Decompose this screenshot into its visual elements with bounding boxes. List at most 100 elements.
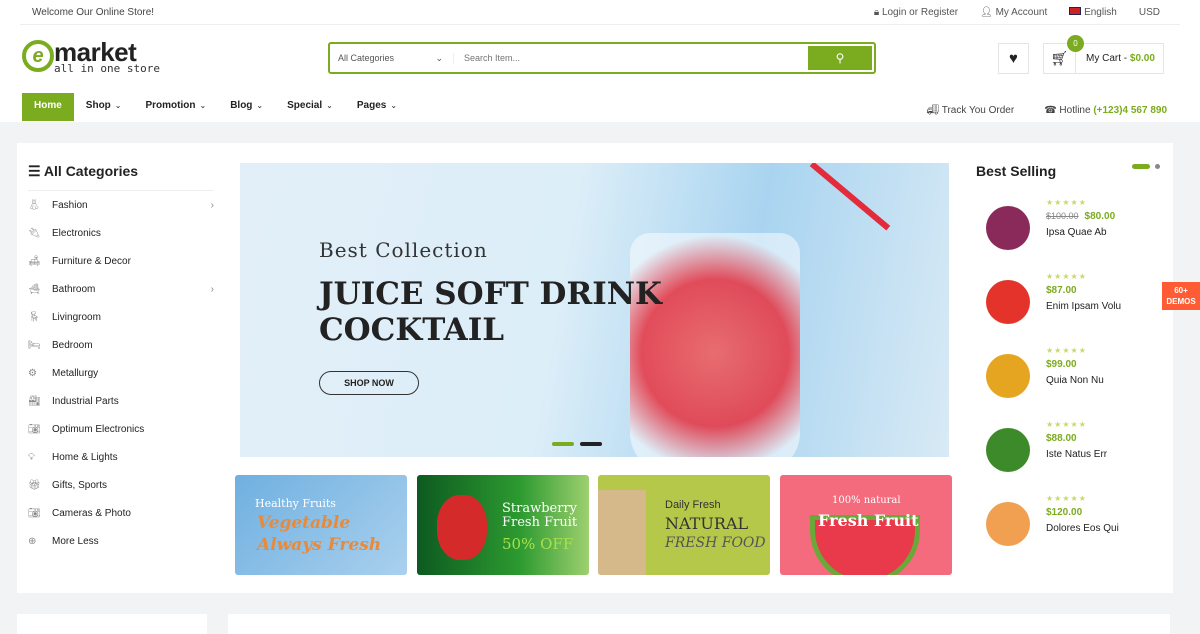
banner-fresh-fruit[interactable]: 100% natural Fresh Fruit [780, 475, 952, 575]
banner-strawberry[interactable]: Strawberry Fresh Fruit 50% OFF [417, 475, 589, 575]
cart-count-badge: 0 [1067, 35, 1084, 52]
chevron-right-icon: › [210, 283, 214, 295]
product-image[interactable] [986, 354, 1030, 398]
chevron-down-icon: ⌄ [114, 101, 122, 110]
old-price: $100.00 [1046, 211, 1079, 221]
category-icon: 📷︎ [28, 423, 41, 435]
product-image[interactable] [986, 502, 1030, 546]
bag-image [598, 490, 646, 575]
nav-pages[interactable]: Pages ⌄ [345, 93, 409, 121]
product-item[interactable]: ★★★★★ $87.00 Enim Ipsam Volu [980, 272, 1170, 342]
currency-select[interactable]: USD [1139, 7, 1160, 18]
categories-sidebar: ☰ All Categories 👗︎ Fashion › 🔌︎ Electronics… [28, 163, 214, 555]
product-name[interactable]: Ipsa Quae Ab [1046, 227, 1115, 238]
product-price: $87.00 [1046, 285, 1077, 296]
carousel-dot[interactable] [1155, 164, 1160, 169]
chevron-down-icon: ⌄ [435, 52, 443, 63]
phone-icon: ☎ [1044, 105, 1060, 116]
banner-natural[interactable]: Daily Fresh NATURAL FRESH FOOD [598, 475, 770, 575]
category-item[interactable]: 🎁︎ Gifts, Sports [28, 471, 214, 499]
search-icon: ⚲ [835, 51, 845, 65]
category-icon: 🎁︎ [28, 479, 41, 491]
carousel-dot[interactable] [1132, 164, 1150, 169]
category-icon: 💡︎ [28, 451, 35, 463]
slider-dot[interactable] [552, 442, 574, 446]
product-image[interactable] [986, 280, 1030, 324]
product-price: $120.00 [1046, 507, 1083, 518]
login-link[interactable]: 🔒︎ Login or Register [874, 7, 958, 18]
category-item[interactable]: 💡︎ Home & Lights [28, 443, 214, 471]
category-item[interactable]: 🔌︎ Electronics [28, 219, 214, 247]
product-name[interactable]: Enim Ipsam Volu [1046, 301, 1121, 312]
search-button[interactable]: ⚲ [808, 46, 872, 70]
category-icon: ⊕ [28, 535, 37, 547]
category-item[interactable]: ⚙︎ Metallurgy [28, 359, 214, 387]
uk-flag-icon [1069, 7, 1082, 15]
category-select[interactable]: All Categories ⌄ [330, 52, 454, 64]
category-icon: 🪑︎ [28, 311, 41, 323]
product-item[interactable]: ★★★★★ $99.00 Quia Non Nu [980, 346, 1170, 416]
truck-icon: 🚚︎ [926, 105, 942, 116]
product-price: $80.00 [1084, 211, 1116, 222]
best-selling-dots[interactable] [1132, 164, 1160, 169]
rating-stars: ★★★★★ [1046, 346, 1087, 355]
slider-dot[interactable] [580, 442, 602, 446]
product-price: $88.00 [1046, 433, 1077, 444]
nav-special[interactable]: Special ⌄ [275, 93, 345, 121]
wishlist-button[interactable]: ♥ [998, 43, 1029, 74]
product-image[interactable] [986, 428, 1030, 472]
product-item[interactable]: ★★★★★ $88.00 Iste Natus Err [980, 420, 1170, 490]
user-icon: 👤︎ [980, 7, 996, 18]
account-link[interactable]: 👤︎ My Account [980, 7, 1047, 18]
header: Welcome Our Online Store! 🔒︎ Login or Re… [0, 0, 1200, 122]
category-item[interactable]: 🪑︎ Livingroom [28, 303, 214, 331]
category-item[interactable]: 📷︎ Cameras & Photo [28, 499, 214, 527]
slider-dots[interactable] [552, 442, 602, 446]
nav-shop[interactable]: Shop ⌄ [74, 93, 134, 121]
category-icon: 🛋︎ [28, 255, 41, 267]
category-icon: 🛁︎ [28, 283, 41, 295]
category-item[interactable]: 📷︎ Optimum Electronics [28, 415, 214, 443]
rating-stars: ★★★★★ [1046, 272, 1087, 281]
product-item[interactable]: ★★★★★ $100.00 $80.00 Ipsa Quae Ab [980, 198, 1170, 268]
category-item[interactable]: 🛋︎ Furniture & Decor [28, 247, 214, 275]
product-price: $99.00 [1046, 359, 1077, 370]
demos-badge[interactable]: 60+ DEMOS [1162, 282, 1200, 310]
category-item[interactable]: ⊕ More Less [28, 527, 214, 555]
chevron-down-icon: ⌄ [256, 101, 264, 110]
category-icon: 🛏︎ [28, 339, 41, 351]
track-order-link[interactable]: 🚚︎ Track You Order [926, 105, 1014, 116]
hero-title: JUICE SOFT DRINK COCKTAIL [319, 276, 662, 348]
nav-home[interactable]: Home [22, 93, 74, 121]
product-name[interactable]: Dolores Eos Qui [1046, 523, 1119, 534]
banner-vegetable[interactable]: Healthy Fruits Vegetable Always Fresh [235, 475, 407, 575]
category-item[interactable]: 🏭︎ Industrial Parts [28, 387, 214, 415]
product-name[interactable]: Iste Natus Err [1046, 449, 1107, 460]
nav-blog[interactable]: Blog ⌄ [218, 93, 275, 121]
product-name[interactable]: Quia Non Nu [1046, 375, 1104, 386]
category-item[interactable]: 🛏︎ Bedroom [28, 331, 214, 359]
category-item[interactable]: 🛁︎ Bathroom › [28, 275, 214, 303]
lock-icon: 🔒︎ [873, 7, 882, 18]
rating-stars: ★★★★★ [1046, 494, 1087, 503]
strawberry-image [437, 495, 487, 560]
rating-stars: ★★★★★ [1046, 420, 1087, 429]
category-icon: 🏭︎ [28, 395, 41, 407]
language-select[interactable]: English [1069, 7, 1117, 18]
hero-subtitle: Best Collection [319, 238, 488, 262]
product-item[interactable]: ★★★★★ $120.00 Dolores Eos Qui [980, 494, 1170, 564]
product-image[interactable] [986, 206, 1030, 250]
hero-slider[interactable]: Best Collection JUICE SOFT DRINK COCKTAIL… [240, 163, 949, 457]
chevron-down-icon: ⌄ [199, 101, 207, 110]
search-input[interactable] [454, 53, 808, 63]
chevron-down-icon: ⌄ [326, 101, 333, 110]
logo[interactable]: e market all in one store [22, 39, 160, 74]
cart-button[interactable]: 🛒︎ My Cart - $0.00 [1043, 43, 1164, 74]
main-nav: Home Shop ⌄ Promotion ⌄ Blog ⌄ Special ⌄ Pag… [22, 93, 409, 121]
shop-now-button[interactable]: SHOP NOW [319, 371, 419, 395]
hotline: ☎ Hotline (+123)4 567 890 [1044, 105, 1167, 116]
category-icon: 🔌︎ [28, 227, 41, 239]
nav-promotion[interactable]: Promotion ⌄ [134, 93, 219, 121]
chevron-right-icon: › [210, 199, 214, 211]
category-item[interactable]: 👗︎ Fashion › [28, 191, 214, 219]
